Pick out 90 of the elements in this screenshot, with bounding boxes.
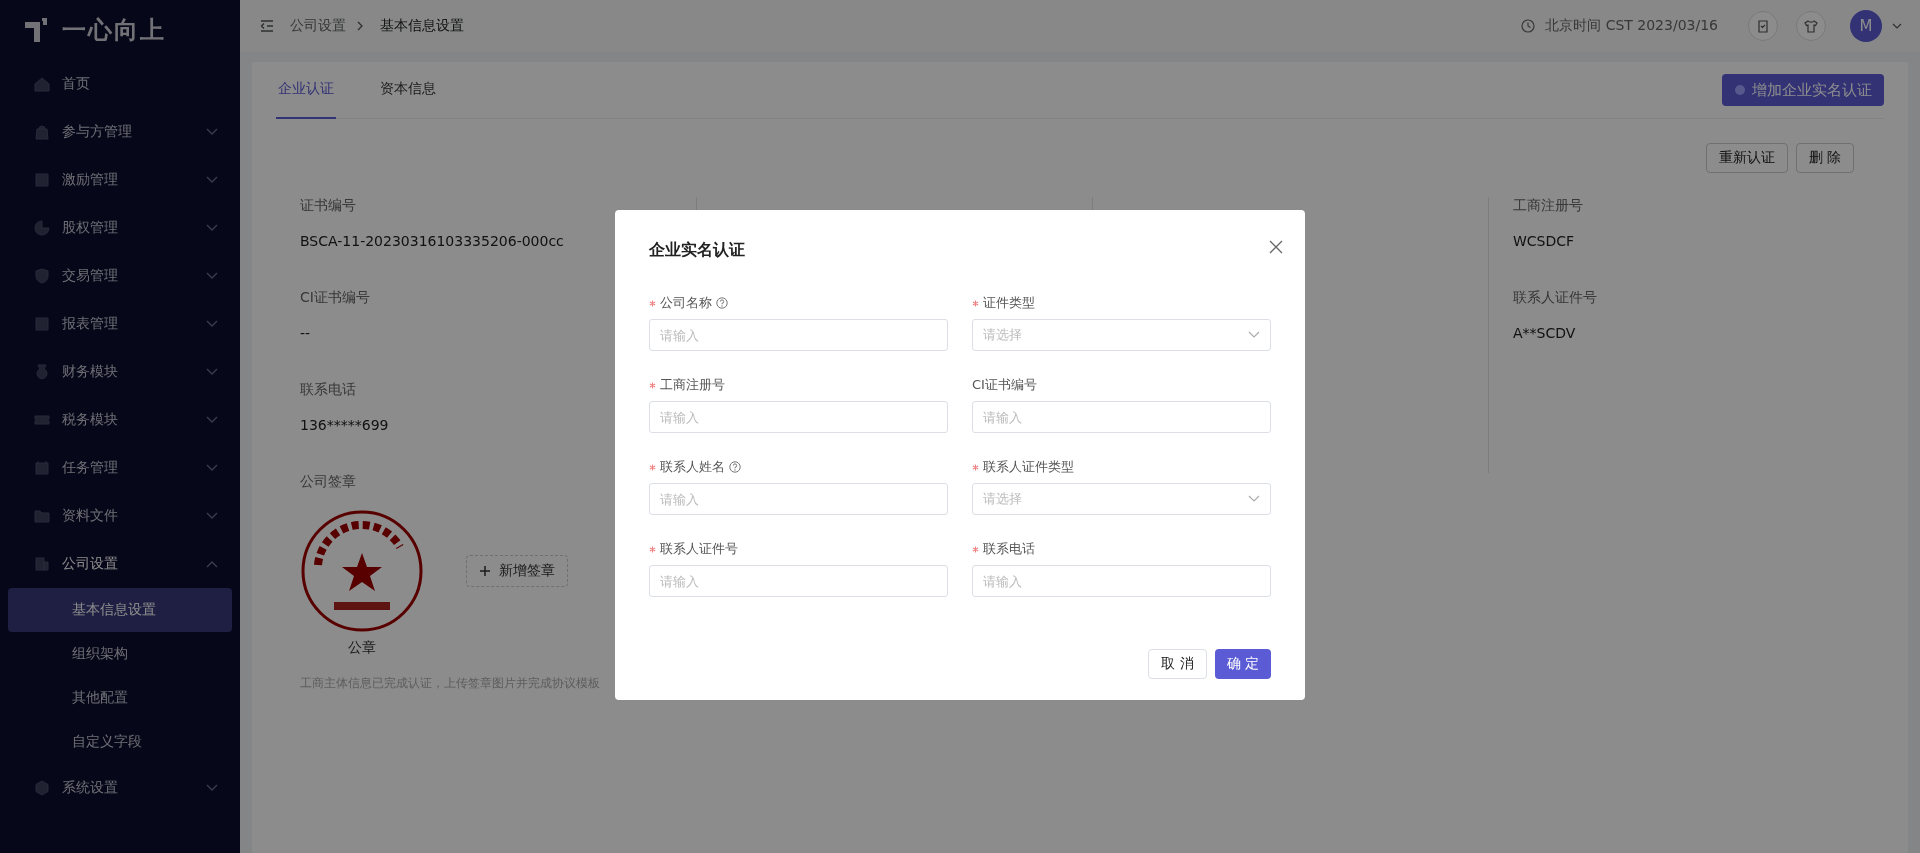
chevron-down-icon (206, 464, 218, 472)
nav-item[interactable]: 资料文件 (0, 492, 240, 540)
nav-item[interactable]: 报表管理 (0, 300, 240, 348)
caret-icon[interactable] (1892, 23, 1902, 29)
tab[interactable]: 资本信息 (378, 61, 438, 119)
nav-item[interactable]: 股权管理 (0, 204, 240, 252)
chevron-down-icon (206, 784, 218, 792)
chevron-down-icon (206, 416, 218, 424)
field-label: 联系人证件类型 (983, 458, 1074, 476)
seal-caption: 公章 (348, 639, 376, 657)
field-label: 工商注册号 (1513, 197, 1583, 215)
chevron-down-icon (206, 176, 218, 184)
clipboard-check-icon (1756, 19, 1770, 33)
field-label: 证件类型 (983, 294, 1035, 312)
building-icon (32, 554, 52, 574)
submenu-item[interactable]: 基本信息设置 (8, 588, 232, 632)
clock-icon (1521, 19, 1536, 33)
chevron-down-icon (206, 272, 218, 280)
dot-icon (1734, 84, 1746, 96)
field-value: 136*****699 (300, 417, 389, 433)
nav-item[interactable]: 系统设置 (0, 764, 240, 812)
input-field[interactable]: 请输入 (649, 401, 948, 433)
field-label: CI证书编号 (300, 289, 370, 307)
plus-icon (479, 565, 491, 577)
nav-item[interactable]: 税务模块 (0, 396, 240, 444)
tab[interactable]: 企业认证 (276, 61, 336, 119)
help-icon[interactable] (729, 461, 741, 473)
add-seal-button[interactable]: 新增签章 (466, 555, 568, 587)
submenu-item[interactable]: 其他配置 (8, 676, 232, 720)
submenu-item[interactable]: 自定义字段 (8, 720, 232, 764)
input-field[interactable]: 请输入 (649, 319, 948, 351)
nav-item[interactable]: 交易管理 (0, 252, 240, 300)
breadcrumb-item: 基本信息设置 (380, 17, 464, 35)
hexagon-icon (32, 778, 52, 798)
bag-icon (32, 122, 52, 142)
shirt-button[interactable] (1796, 11, 1826, 41)
chevron-up-icon (206, 560, 218, 568)
field-label: 证书编号 (300, 197, 356, 215)
add-certification-button[interactable]: 增加企业实名认证 (1722, 74, 1884, 106)
nav-item[interactable]: 公司设置 (0, 540, 240, 588)
field-value: -- (300, 325, 311, 341)
cancel-button[interactable]: 取 消 (1148, 649, 1207, 679)
submenu-item[interactable]: 组织架构 (8, 632, 232, 676)
logo-text: 一心向上 (62, 15, 166, 46)
shield-icon (32, 266, 52, 286)
chevron-down-icon (206, 224, 218, 232)
square-icon (32, 170, 52, 190)
input-field[interactable]: 请输入 (972, 401, 1271, 433)
time-text: 北京时间 CST 2023/03/16 (1545, 17, 1718, 35)
user-avatar[interactable]: M (1850, 10, 1882, 42)
nav-item[interactable]: 参与方管理 (0, 108, 240, 156)
nav-item[interactable]: 激励管理 (0, 156, 240, 204)
input-field[interactable]: 请输入 (972, 565, 1271, 597)
chevron-down-icon (206, 368, 218, 376)
nav-item[interactable]: 财务模块 (0, 348, 240, 396)
input-field[interactable]: 请输入 (649, 565, 948, 597)
field-value: WCSDCF (1513, 233, 1575, 249)
field-label: 公司名称 (660, 294, 712, 312)
field-label: 工商注册号 (660, 376, 725, 394)
field-label: 联系电话 (983, 540, 1035, 558)
pie-icon (32, 218, 52, 238)
close-icon[interactable] (1269, 240, 1283, 254)
field-label: 联系人姓名 (660, 458, 725, 476)
dialog-title: 企业实名认证 (649, 240, 745, 261)
clipboard-check-button[interactable] (1748, 11, 1778, 41)
breadcrumb-separator-icon (356, 21, 364, 31)
calendar-icon (32, 458, 52, 478)
action-button[interactable]: 重新认证 (1705, 143, 1788, 173)
confirm-button[interactable]: 确 定 (1214, 649, 1271, 679)
section-label: 公司签章 (300, 473, 356, 491)
nav-item[interactable]: 任务管理 (0, 444, 240, 492)
breadcrumb-item[interactable]: 公司设置 (290, 17, 346, 35)
chevron-down-icon (206, 128, 218, 136)
field-value: BSCA-11-20230316103335206-000cc (300, 233, 564, 249)
field-label: 联系人证件号 (1513, 289, 1597, 307)
input-field[interactable]: 请输入 (649, 483, 948, 515)
chevron-down-icon (206, 320, 218, 328)
field-label: 联系电话 (300, 381, 356, 399)
chevron-down-icon (1248, 495, 1260, 503)
help-icon[interactable] (716, 297, 728, 309)
field-label: 联系人证件号 (660, 540, 738, 558)
action-button[interactable]: 删 除 (1795, 143, 1854, 173)
collapse-menu-icon[interactable] (260, 20, 274, 32)
logo-icon (24, 17, 50, 43)
nav-item[interactable]: 首页 (0, 60, 240, 108)
field-label: CI证书编号 (972, 376, 1037, 394)
chevron-down-icon (1248, 331, 1260, 339)
field-value: A**SCDV (1513, 325, 1576, 341)
chevron-down-icon (206, 512, 218, 520)
shirt-icon (1804, 19, 1818, 33)
